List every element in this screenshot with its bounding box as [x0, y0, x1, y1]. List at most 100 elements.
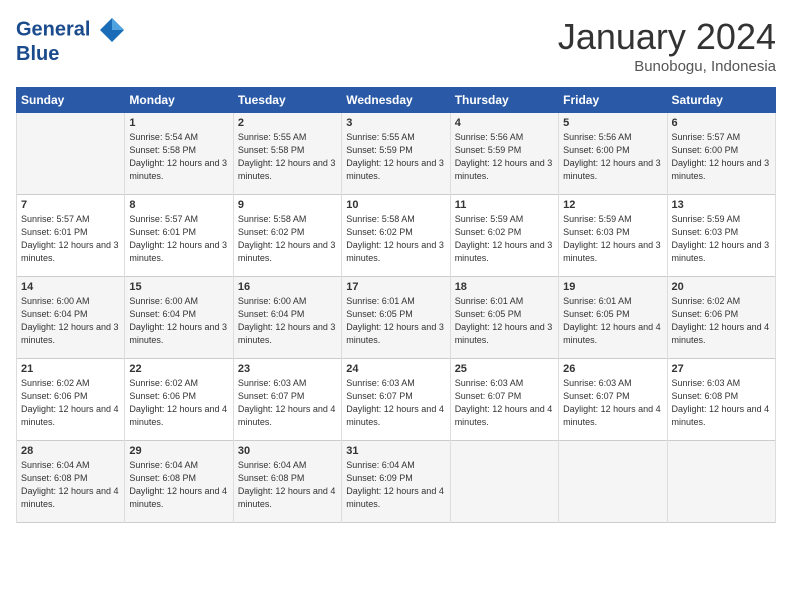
cell-sun-info: Sunrise: 5:59 AM Sunset: 6:03 PM Dayligh…	[563, 213, 662, 265]
calendar-cell	[450, 441, 558, 523]
calendar-cell: 19 Sunrise: 6:01 AM Sunset: 6:05 PM Dayli…	[559, 277, 667, 359]
calendar-cell: 24 Sunrise: 6:03 AM Sunset: 6:07 PM Dayli…	[342, 359, 450, 441]
calendar-cell: 4Sunrise: 5:56 AM Sunset: 5:59 PM Daylig…	[450, 113, 558, 195]
logo-line2: Blue	[16, 44, 126, 64]
calendar-cell: 2 Sunrise: 5:55 AM Sunset: 5:58 PM Daylig…	[233, 113, 341, 195]
day-number: 19	[563, 281, 662, 293]
month-title: January 2024	[558, 16, 776, 58]
header: General Blue January 2024 Bunobogu, Indo…	[16, 16, 776, 75]
day-number: 28	[21, 445, 120, 457]
cell-sun-info: Sunrise: 5:55 AM Sunset: 5:59 PM Dayligh…	[346, 131, 445, 183]
calendar-cell: 7Sunrise: 5:57 AM Sunset: 6:01 PM Daylig…	[17, 195, 125, 277]
day-number: 22	[129, 363, 228, 375]
day-number: 24	[346, 363, 445, 375]
cell-sun-info: Sunrise: 6:02 AM Sunset: 6:06 PM Dayligh…	[129, 377, 228, 429]
day-number: 5	[563, 117, 662, 129]
cell-sun-info: Sunrise: 5:59 AM Sunset: 6:03 PM Dayligh…	[672, 213, 771, 265]
cell-sun-info: Sunrise: 5:58 AM Sunset: 6:02 PM Dayligh…	[238, 213, 337, 265]
day-number: 16	[238, 281, 337, 293]
day-number: 14	[21, 281, 120, 293]
cell-sun-info: Sunrise: 6:03 AM Sunset: 6:07 PM Dayligh…	[455, 377, 554, 429]
day-number: 4	[455, 117, 554, 129]
calendar-cell	[559, 441, 667, 523]
calendar-cell: 8Sunrise: 5:57 AM Sunset: 6:01 PM Daylig…	[125, 195, 233, 277]
cell-sun-info: Sunrise: 6:03 AM Sunset: 6:08 PM Dayligh…	[672, 377, 771, 429]
cell-sun-info: Sunrise: 5:55 AM Sunset: 5:58 PM Dayligh…	[238, 131, 337, 183]
day-number: 26	[563, 363, 662, 375]
header-day: Monday	[125, 88, 233, 113]
calendar-cell: 18 Sunrise: 6:01 AM Sunset: 6:05 PM Dayli…	[450, 277, 558, 359]
calendar-cell: 22 Sunrise: 6:02 AM Sunset: 6:06 PM Dayli…	[125, 359, 233, 441]
calendar-cell: 29 Sunrise: 6:04 AM Sunset: 6:08 PM Dayli…	[125, 441, 233, 523]
calendar-cell: 21 Sunrise: 6:02 AM Sunset: 6:06 PM Dayli…	[17, 359, 125, 441]
day-number: 27	[672, 363, 771, 375]
calendar-cell: 23Sunrise: 6:03 AM Sunset: 6:07 PM Dayli…	[233, 359, 341, 441]
cell-sun-info: Sunrise: 6:02 AM Sunset: 6:06 PM Dayligh…	[21, 377, 120, 429]
calendar-cell: 11Sunrise: 5:59 AM Sunset: 6:02 PM Dayli…	[450, 195, 558, 277]
calendar-cell: 20Sunrise: 6:02 AM Sunset: 6:06 PM Dayli…	[667, 277, 775, 359]
header-day: Wednesday	[342, 88, 450, 113]
day-number: 7	[21, 199, 120, 211]
calendar-cell: 3Sunrise: 5:55 AM Sunset: 5:59 PM Daylig…	[342, 113, 450, 195]
header-day: Thursday	[450, 88, 558, 113]
calendar-week-row: 21 Sunrise: 6:02 AM Sunset: 6:06 PM Dayli…	[17, 359, 776, 441]
cell-sun-info: Sunrise: 6:02 AM Sunset: 6:06 PM Dayligh…	[672, 295, 771, 347]
calendar-cell: 15 Sunrise: 6:00 AM Sunset: 6:04 PM Dayli…	[125, 277, 233, 359]
day-number: 15	[129, 281, 228, 293]
header-day: Sunday	[17, 88, 125, 113]
calendar-cell: 13 Sunrise: 5:59 AM Sunset: 6:03 PM Dayli…	[667, 195, 775, 277]
cell-sun-info: Sunrise: 5:57 AM Sunset: 6:01 PM Dayligh…	[129, 213, 228, 265]
day-number: 2	[238, 117, 337, 129]
calendar-week-row: 1Sunrise: 5:54 AM Sunset: 5:58 PM Daylig…	[17, 113, 776, 195]
calendar-cell: 28 Sunrise: 6:04 AM Sunset: 6:08 PM Dayli…	[17, 441, 125, 523]
location: Bunobogu, Indonesia	[558, 58, 776, 75]
calendar-cell: 27 Sunrise: 6:03 AM Sunset: 6:08 PM Dayli…	[667, 359, 775, 441]
calendar-cell: 1Sunrise: 5:54 AM Sunset: 5:58 PM Daylig…	[125, 113, 233, 195]
logo-text: General	[16, 16, 126, 44]
cell-sun-info: Sunrise: 6:04 AM Sunset: 6:09 PM Dayligh…	[346, 459, 445, 511]
cell-sun-info: Sunrise: 5:58 AM Sunset: 6:02 PM Dayligh…	[346, 213, 445, 265]
day-number: 13	[672, 199, 771, 211]
cell-sun-info: Sunrise: 5:56 AM Sunset: 6:00 PM Dayligh…	[563, 131, 662, 183]
calendar-cell: 5 Sunrise: 5:56 AM Sunset: 6:00 PM Daylig…	[559, 113, 667, 195]
calendar-table: SundayMondayTuesdayWednesdayThursdayFrid…	[16, 87, 776, 523]
calendar-cell: 31 Sunrise: 6:04 AM Sunset: 6:09 PM Dayli…	[342, 441, 450, 523]
cell-sun-info: Sunrise: 6:00 AM Sunset: 6:04 PM Dayligh…	[238, 295, 337, 347]
day-number: 1	[129, 117, 228, 129]
calendar-cell: 26 Sunrise: 6:03 AM Sunset: 6:07 PM Dayli…	[559, 359, 667, 441]
cell-sun-info: Sunrise: 6:01 AM Sunset: 6:05 PM Dayligh…	[455, 295, 554, 347]
day-number: 30	[238, 445, 337, 457]
day-number: 12	[563, 199, 662, 211]
calendar-cell: 12 Sunrise: 5:59 AM Sunset: 6:03 PM Dayli…	[559, 195, 667, 277]
day-number: 23	[238, 363, 337, 375]
header-day: Friday	[559, 88, 667, 113]
cell-sun-info: Sunrise: 6:03 AM Sunset: 6:07 PM Dayligh…	[346, 377, 445, 429]
cell-sun-info: Sunrise: 6:03 AM Sunset: 6:07 PM Dayligh…	[563, 377, 662, 429]
day-number: 10	[346, 199, 445, 211]
cell-sun-info: Sunrise: 6:04 AM Sunset: 6:08 PM Dayligh…	[129, 459, 228, 511]
day-number: 9	[238, 199, 337, 211]
calendar-cell: 25 Sunrise: 6:03 AM Sunset: 6:07 PM Dayli…	[450, 359, 558, 441]
calendar-cell: 6Sunrise: 5:57 AM Sunset: 6:00 PM Daylig…	[667, 113, 775, 195]
day-number: 25	[455, 363, 554, 375]
calendar-week-row: 7 Sunrise: 5:57 AM Sunset: 6:01 PM Daylig…	[17, 195, 776, 277]
day-number: 21	[21, 363, 120, 375]
header-row: SundayMondayTuesdayWednesdayThursdayFrid…	[17, 88, 776, 113]
calendar-week-row: 14 Sunrise: 6:00 AM Sunset: 6:04 PM Dayli…	[17, 277, 776, 359]
cell-sun-info: Sunrise: 6:00 AM Sunset: 6:04 PM Dayligh…	[129, 295, 228, 347]
cell-sun-info: Sunrise: 5:59 AM Sunset: 6:02 PM Dayligh…	[455, 213, 554, 265]
calendar-cell	[17, 113, 125, 195]
calendar-cell: 14 Sunrise: 6:00 AM Sunset: 6:04 PM Dayli…	[17, 277, 125, 359]
day-number: 18	[455, 281, 554, 293]
calendar-cell: 30Sunrise: 6:04 AM Sunset: 6:08 PM Dayli…	[233, 441, 341, 523]
cell-sun-info: Sunrise: 6:00 AM Sunset: 6:04 PM Dayligh…	[21, 295, 120, 347]
logo: General Blue	[16, 16, 126, 64]
day-number: 31	[346, 445, 445, 457]
title-block: January 2024 Bunobogu, Indonesia	[558, 16, 776, 75]
day-number: 29	[129, 445, 228, 457]
day-number: 6	[672, 117, 771, 129]
calendar-cell: 17Sunrise: 6:01 AM Sunset: 6:05 PM Dayli…	[342, 277, 450, 359]
cell-sun-info: Sunrise: 6:04 AM Sunset: 6:08 PM Dayligh…	[21, 459, 120, 511]
calendar-cell: 9 Sunrise: 5:58 AM Sunset: 6:02 PM Daylig…	[233, 195, 341, 277]
cell-sun-info: Sunrise: 6:01 AM Sunset: 6:05 PM Dayligh…	[563, 295, 662, 347]
